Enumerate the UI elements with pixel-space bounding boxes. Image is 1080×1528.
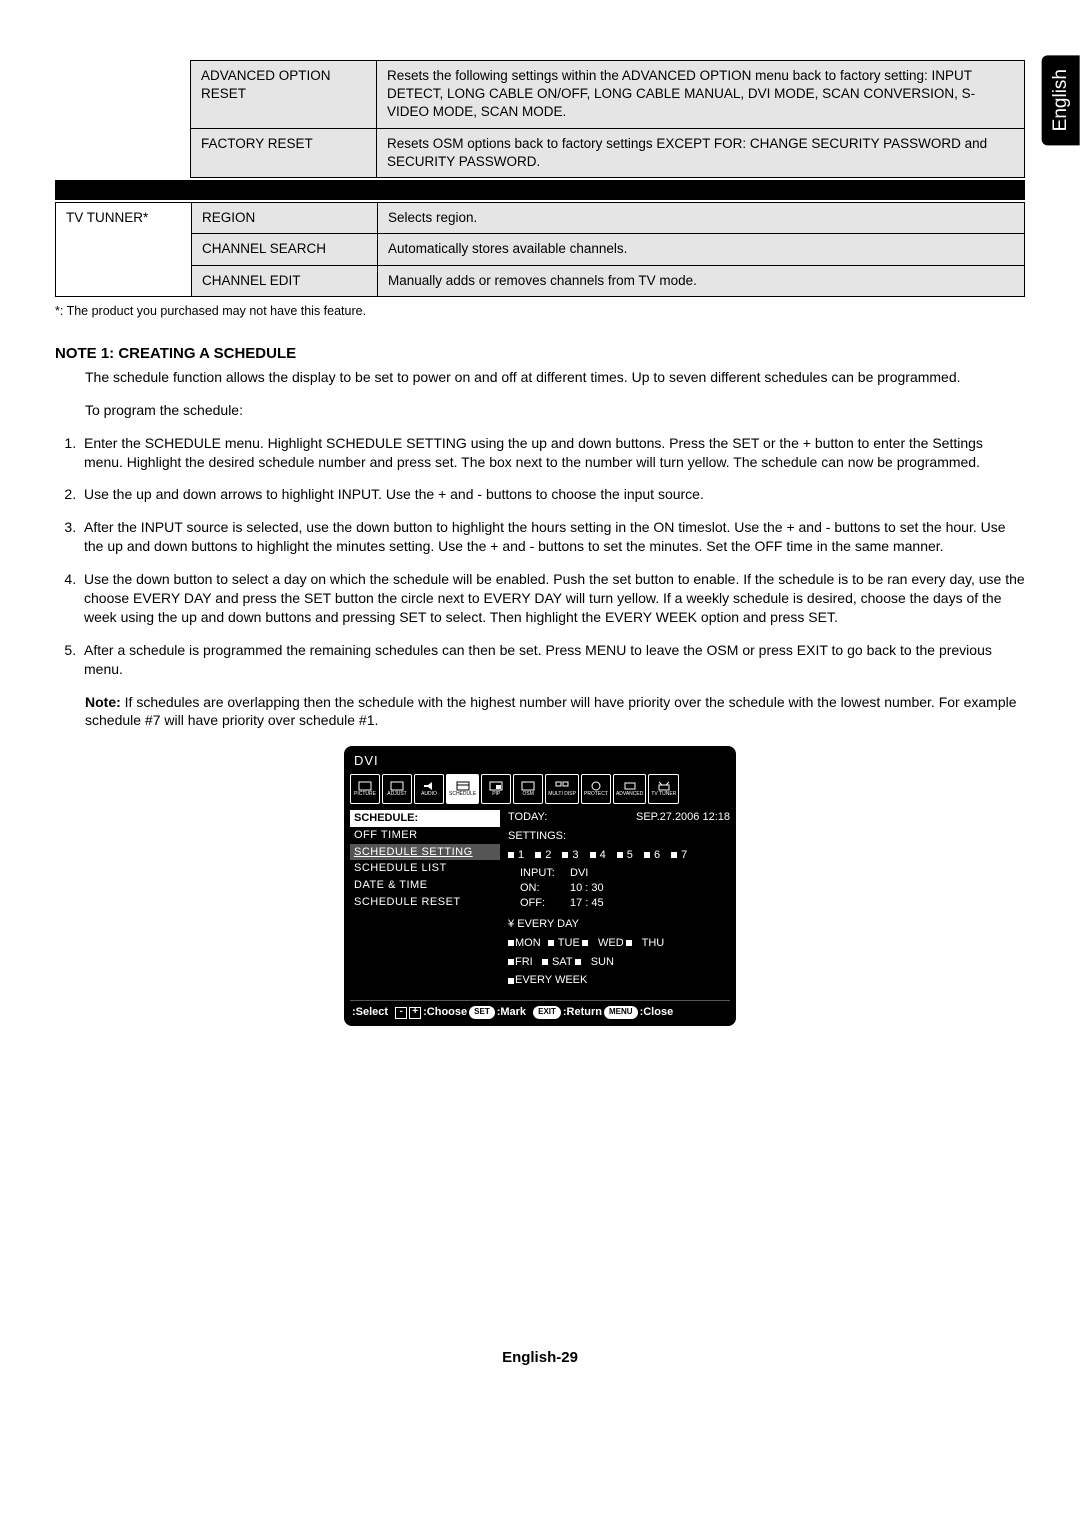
section-separator (55, 180, 1025, 200)
osd-tab-osm[interactable]: OSM (513, 774, 543, 804)
tv-tuner-table: TV TUNNER* REGION Selects region. CHANNE… (55, 202, 1025, 297)
osd-tab-schedule[interactable]: SCHEDULE (446, 774, 479, 804)
square-icon (508, 852, 514, 858)
osd-tab-protect[interactable]: PROTECT (581, 774, 611, 804)
square-icon (582, 940, 588, 946)
menu-pill: MENU (604, 1006, 638, 1019)
osd-schedule-numbers: 1 2 3 4 5 6 7 (508, 848, 730, 863)
table-footnote: *: The product you purchased may not hav… (55, 303, 1025, 320)
table1-label-0: ADVANCED OPTION RESET (191, 61, 377, 129)
osd-on-value: 10 : 30 (570, 881, 604, 896)
osd-left-item-schedulesetting[interactable]: SCHEDULE SETTING (350, 844, 500, 861)
osd-body: SCHEDULE: OFF TIMER SCHEDULE SETTING SCH… (350, 810, 730, 992)
osd-panel: DVI PICTURE ADJUST AUDIO SCHEDULE PIP OS… (342, 744, 738, 1028)
note-intro: The schedule function allows the display… (85, 368, 1025, 387)
square-icon (535, 852, 541, 858)
note-heading: NOTE 1: CREATING A SCHEDULE (55, 344, 1025, 364)
step-2: Use the up and down arrows to highlight … (80, 485, 1025, 504)
exit-pill: EXIT (533, 1006, 561, 1019)
osd-everyday[interactable]: ¥ EVERY DAY (508, 917, 730, 932)
square-icon (548, 940, 554, 946)
note-after-bold: Note: (85, 694, 121, 710)
table2-desc-2: Manually adds or removes channels from T… (378, 265, 1025, 296)
table2-label-2: CHANNEL EDIT (192, 265, 378, 296)
osd-footer-choose: :Choose (423, 1005, 467, 1020)
table2-desc-1: Automatically stores available channels. (378, 234, 1025, 265)
osd-left-header: SCHEDULE: (350, 810, 500, 827)
square-icon (644, 852, 650, 858)
table2-desc-0: Selects region. (378, 203, 1025, 234)
set-pill: SET (469, 1006, 495, 1019)
table1-desc-1: Resets OSM options back to factory setti… (377, 128, 1025, 177)
osd-tab-bar: PICTURE ADJUST AUDIO SCHEDULE PIP OSM MU… (350, 774, 730, 804)
osd-footer-close: :Close (640, 1005, 674, 1020)
osd-footer-mark: :Mark (497, 1005, 526, 1020)
osd-title: DVI (354, 752, 726, 770)
empty-rowhead (55, 61, 191, 129)
osd-tab-pip[interactable]: PIP (481, 774, 511, 804)
osd-today-label: TODAY: (508, 810, 547, 825)
minus-icon: - (395, 1007, 407, 1019)
osd-days-row2: FRI SAT SUN (508, 955, 730, 970)
square-icon (508, 940, 514, 946)
osd-left-item-schedulereset[interactable]: SCHEDULE RESET (350, 894, 500, 911)
steps-list: Enter the SCHEDULE menu. Highlight SCHED… (55, 434, 1025, 679)
osd-tab-multidisp[interactable]: MULTI DISP (545, 774, 579, 804)
tv-tuner-rowhead: TV TUNNER* (56, 203, 192, 297)
square-icon (671, 852, 677, 858)
osd-right-panel: TODAY: SEP.27.2006 12:18 SETTINGS: 1 2 3… (508, 810, 730, 992)
table2-label-1: CHANNEL SEARCH (192, 234, 378, 265)
osd-today-value: SEP.27.2006 12:18 (636, 810, 730, 825)
osd-footer: :Select -+ :Choose SET :Mark EXIT :Retur… (350, 1000, 730, 1020)
table1-label-1: FACTORY RESET (191, 128, 377, 177)
osd-tab-tvtuner[interactable]: TV TUNER (648, 774, 679, 804)
note-after: Note: If schedules are overlapping then … (85, 693, 1025, 731)
step-4: Use the down button to select a day on w… (80, 570, 1025, 627)
square-icon (508, 978, 514, 984)
note-after-text: If schedules are overlapping then the sc… (85, 694, 1017, 729)
square-icon (617, 852, 623, 858)
square-icon (508, 959, 514, 965)
square-icon (626, 940, 632, 946)
osd-footer-return: :Return (563, 1005, 602, 1020)
osd-left-item-offtimer[interactable]: OFF TIMER (350, 827, 500, 844)
osd-left-menu: SCHEDULE: OFF TIMER SCHEDULE SETTING SCH… (350, 810, 500, 992)
program-intro: To program the schedule: (85, 401, 1025, 420)
table1-desc-0: Resets the following settings within the… (377, 61, 1025, 129)
yen-icon: ¥ (508, 918, 514, 930)
osd-footer-select: :Select (352, 1005, 388, 1020)
advanced-option-table: ADVANCED OPTION RESET Resets the followi… (55, 60, 1025, 178)
osd-off-label: OFF: (520, 896, 570, 911)
page-number: English-29 (55, 1348, 1025, 1368)
table2-label-0: REGION (192, 203, 378, 234)
note-section: NOTE 1: CREATING A SCHEDULE The schedule… (55, 344, 1025, 731)
square-icon (590, 852, 596, 858)
osd-settings-label: SETTINGS: (508, 829, 730, 844)
osd-tab-picture[interactable]: PICTURE (350, 774, 380, 804)
osd-input-label: INPUT: (520, 866, 570, 881)
osd-tab-advanced[interactable]: ADVANCED (613, 774, 646, 804)
square-icon (562, 852, 568, 858)
plus-icon: + (409, 1007, 421, 1019)
osd-on-label: ON: (520, 881, 570, 896)
osd-off-value: 17 : 45 (570, 896, 604, 911)
step-3: After the INPUT source is selected, use … (80, 518, 1025, 556)
osd-days-row1: MON TUE WED THU (508, 936, 730, 951)
step-5: After a schedule is programmed the remai… (80, 641, 1025, 679)
osd-left-item-schedulelist[interactable]: SCHEDULE LIST (350, 860, 500, 877)
osd-everyweek[interactable]: EVERY WEEK (508, 973, 730, 988)
osd-left-item-datetime[interactable]: DATE & TIME (350, 877, 500, 894)
square-icon (542, 959, 548, 965)
osd-tab-adjust[interactable]: ADJUST (382, 774, 412, 804)
osd-tab-audio[interactable]: AUDIO (414, 774, 444, 804)
empty-rowhead (55, 128, 191, 177)
osd-figure: DVI PICTURE ADJUST AUDIO SCHEDULE PIP OS… (55, 744, 1025, 1028)
square-icon (575, 959, 581, 965)
osd-input-value: DVI (570, 866, 588, 881)
language-tab: English (1042, 55, 1080, 145)
step-1: Enter the SCHEDULE menu. Highlight SCHED… (80, 434, 1025, 472)
